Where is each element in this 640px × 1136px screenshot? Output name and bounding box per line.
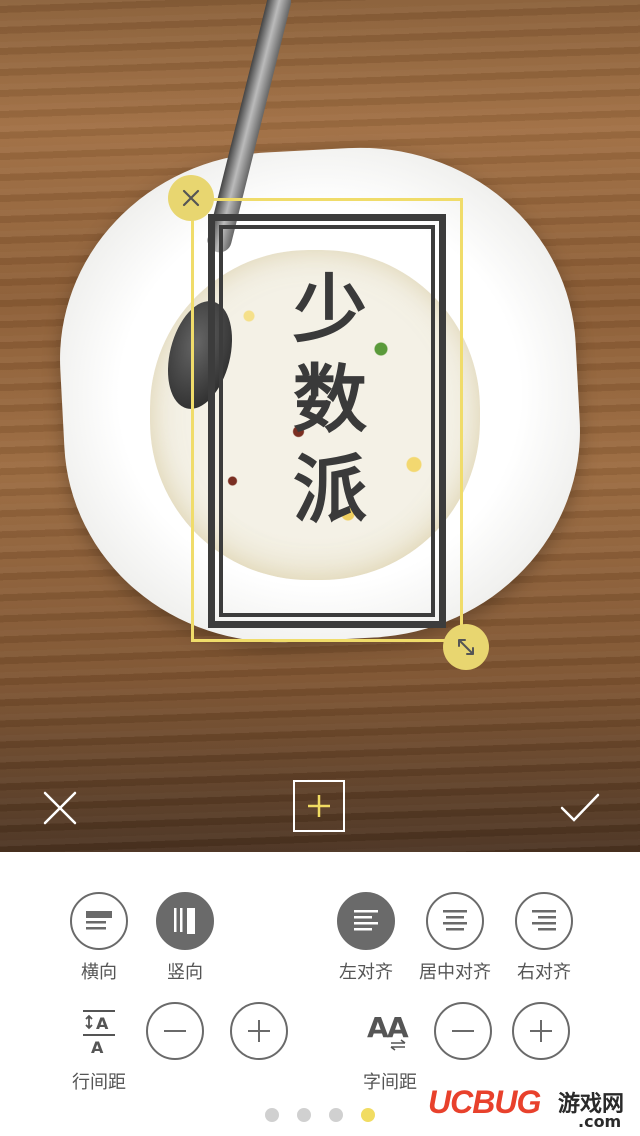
align-left-icon <box>337 892 395 950</box>
align-center-option[interactable]: 居中对齐 <box>410 892 500 984</box>
page-indicator <box>265 1108 375 1122</box>
watermark-domain: .com <box>578 1112 622 1131</box>
align-center-icon <box>426 892 484 950</box>
option-label: 竖向 <box>167 962 203 983</box>
line-spacing-control: A A 行间距 <box>64 1002 134 1094</box>
close-icon <box>182 189 200 207</box>
minus-icon <box>434 1002 492 1060</box>
option-label: 右对齐 <box>517 962 571 983</box>
option-label: 左对齐 <box>339 962 393 983</box>
watermark-logo: UCBUG 游戏网 .com <box>428 1084 638 1134</box>
align-left-option[interactable]: 左对齐 <box>326 892 406 984</box>
sticker-line: 少 <box>293 267 367 353</box>
horizontal-text-icon <box>70 892 128 950</box>
letter-spacing-label: 字间距 <box>363 1072 417 1093</box>
line-spacing-increase-button[interactable] <box>230 1002 288 1060</box>
watermark-brand: UCBUG <box>428 1084 541 1120</box>
svg-text:A: A <box>387 1011 409 1044</box>
line-spacing-decrease-button[interactable] <box>146 1002 204 1060</box>
horizontal-text-option[interactable]: 横向 <box>62 892 136 984</box>
cancel-button[interactable] <box>38 786 82 830</box>
close-icon <box>43 791 77 825</box>
sticker-delete-button[interactable] <box>168 175 214 221</box>
page-dot[interactable] <box>265 1108 279 1122</box>
sticker-resize-handle[interactable] <box>443 624 489 670</box>
resize-diagonal-icon <box>458 639 474 655</box>
page-dot-active[interactable] <box>361 1108 375 1122</box>
sticker-line: 数 <box>293 357 367 443</box>
plus-icon <box>308 795 330 817</box>
align-right-icon <box>515 892 573 950</box>
page-dot[interactable] <box>297 1108 311 1122</box>
plus-icon <box>512 1002 570 1060</box>
letter-spacing-decrease-button[interactable] <box>434 1002 492 1060</box>
letter-spacing-control: A A 字间距 <box>352 1002 428 1094</box>
option-label: 横向 <box>81 962 117 983</box>
minus-icon <box>146 1002 204 1060</box>
svg-text:A: A <box>96 1014 109 1033</box>
photo-canvas[interactable]: 少 数 派 <box>0 0 640 852</box>
sticker-text[interactable]: 少 数 派 <box>260 265 400 535</box>
sticker-line: 派 <box>293 447 367 533</box>
add-sticker-button[interactable] <box>293 780 345 832</box>
check-icon <box>560 793 600 822</box>
page-dot[interactable] <box>329 1108 343 1122</box>
svg-text:A: A <box>91 1038 104 1056</box>
vertical-text-icon <box>156 892 214 950</box>
align-right-option[interactable]: 右对齐 <box>504 892 584 984</box>
letter-spacing-increase-button[interactable] <box>512 1002 570 1060</box>
line-spacing-label: 行间距 <box>72 1072 126 1093</box>
line-spacing-icon: A A <box>70 1002 128 1060</box>
plus-icon <box>230 1002 288 1060</box>
letter-spacing-icon: A A <box>361 1002 419 1060</box>
svg-text:A: A <box>367 1011 389 1044</box>
confirm-button[interactable] <box>558 786 602 830</box>
option-label: 居中对齐 <box>419 962 491 983</box>
vertical-text-option[interactable]: 竖向 <box>148 892 222 984</box>
